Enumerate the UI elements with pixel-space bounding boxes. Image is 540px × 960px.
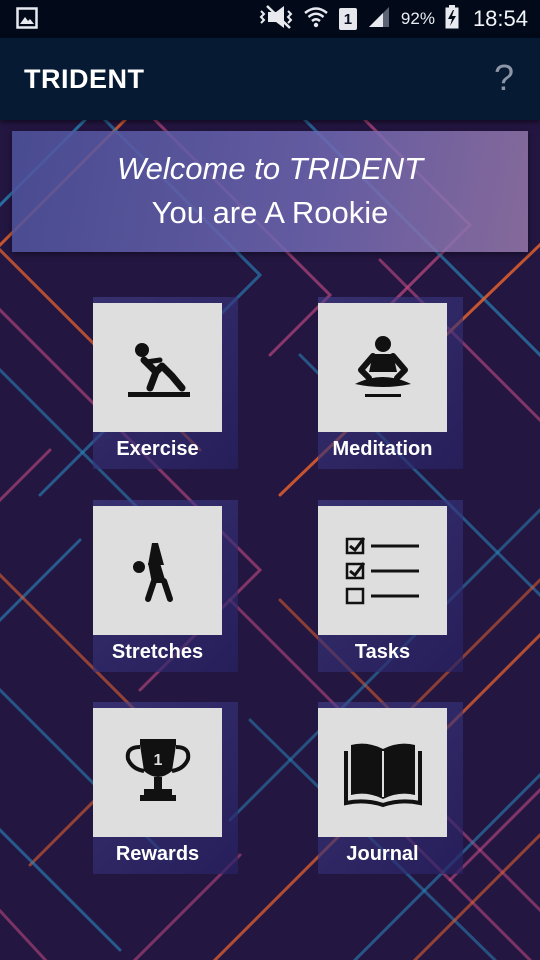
signal-icon [367,5,391,34]
welcome-title: Welcome to TRIDENT [116,151,424,186]
rewards-tile[interactable]: 1 Rewards [93,702,238,874]
battery-percent: 92% [400,9,435,28]
exercise-label: Exercise [116,438,199,460]
stretch-icon [132,542,173,602]
tasks-tile[interactable]: Tasks [318,500,463,672]
rank-text: You are A Rookie [151,195,389,230]
status-bar: 1 92% 18:54 [0,0,540,38]
journal-label: Journal [346,843,419,865]
rewards-label: Rewards [115,843,200,865]
battery-charging-icon [445,4,459,34]
sim-icon: 1 [338,8,357,30]
journal-icon-box [318,708,447,837]
exercise-icon-box [93,303,222,432]
exercise-tile[interactable]: Exercise [93,297,238,469]
meditation-label: Meditation [332,438,433,460]
wifi-icon [303,4,329,35]
stretches-tile[interactable]: Stretches [93,500,238,672]
app-title: TRIDENT [24,64,145,94]
tasks-icon-box [318,506,447,635]
rewards-icon-box: 1 [93,708,222,837]
situp-icon [127,342,190,397]
svg-text:1: 1 [153,752,162,769]
meditation-tile[interactable]: Meditation [318,297,463,469]
tasks-label: Tasks [354,641,411,663]
gallery-icon [16,7,38,34]
app-bar: TRIDENT ? [0,38,540,120]
checklist-icon [345,536,419,604]
trophy-icon: 1 [125,738,190,801]
mute-icon [259,4,293,35]
stretches-icon-box [93,506,222,635]
meditation-icon [354,335,411,397]
help-button[interactable]: ? [494,56,514,100]
journal-tile[interactable]: Journal [318,702,463,874]
meditation-icon-box [318,303,447,432]
open-book-icon [343,743,422,807]
clock: 18:54 [472,6,528,31]
stretches-label: Stretches [111,641,204,663]
welcome-banner: Welcome to TRIDENT You are A Rookie [12,131,528,252]
